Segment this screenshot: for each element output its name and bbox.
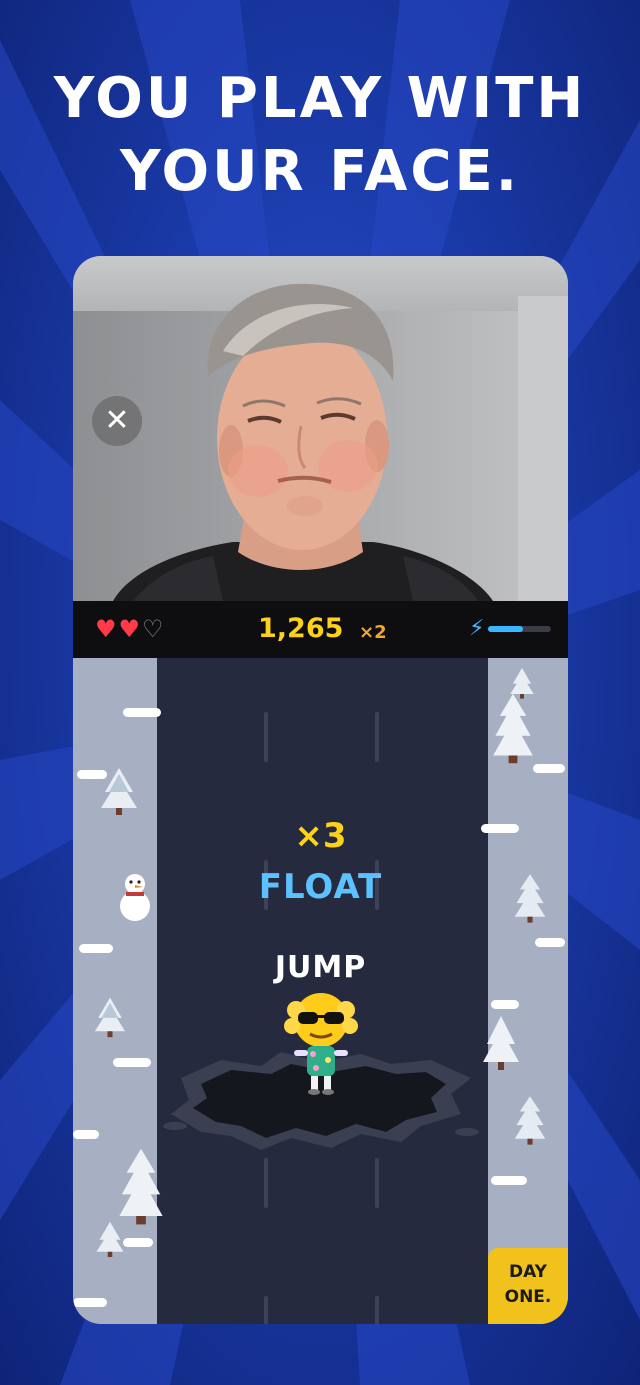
- lane-marker: [264, 1296, 268, 1324]
- brand-badge: DAY ONE.: [488, 1248, 568, 1324]
- snow-drift: [535, 938, 565, 947]
- tree-icon: [483, 1016, 519, 1070]
- close-icon: ✕: [104, 403, 130, 438]
- powerup-label: FLOAT: [258, 867, 383, 907]
- tree-icon: [94, 997, 126, 1038]
- lane-marker: [375, 712, 379, 762]
- hud-bar: ♥♥♡ 1,265 ×2 ⚡: [73, 601, 568, 658]
- snow-drift: [113, 1058, 151, 1067]
- snow-drift: [73, 1298, 107, 1307]
- lane-marker: [375, 1296, 379, 1324]
- camera-feed: ✕: [73, 256, 568, 601]
- snow-drift: [533, 764, 565, 773]
- score-value: 1,265: [258, 613, 344, 644]
- snow-drift: [73, 1130, 99, 1139]
- snow-drift: [491, 1176, 527, 1185]
- brand-line-2: ONE.: [504, 1287, 552, 1307]
- lane-marker: [264, 1158, 268, 1208]
- tree-icon: [510, 668, 534, 699]
- tree-icon: [101, 768, 137, 815]
- lane-marker: [375, 1158, 379, 1208]
- headline-line-2: YOUR FACE.: [119, 139, 521, 204]
- action-prompt: JUMP: [274, 950, 367, 985]
- snow-drift: [123, 708, 161, 717]
- headline-line-1: YOU PLAY WITH: [53, 66, 587, 131]
- snow-drift: [123, 1238, 153, 1247]
- lives-indicator: ♥♥♡: [95, 615, 166, 643]
- lane-marker: [264, 712, 268, 762]
- energy-meter: [488, 626, 551, 632]
- snow-drift: [491, 1000, 519, 1009]
- score-multiplier: ×2: [359, 622, 387, 643]
- tree-icon: [96, 1221, 124, 1257]
- close-button[interactable]: ✕: [92, 396, 142, 446]
- phone-screen: ✕ ♥♥♡ 1,265 ×2 ⚡ ×3 FLOAT JUMP DAY ONE.: [73, 256, 568, 1324]
- game-field: ×3 FLOAT JUMP DAY ONE.: [73, 658, 568, 1324]
- tree-icon: [514, 1096, 546, 1145]
- tree-icon: [119, 1148, 163, 1225]
- tree-icon: [493, 693, 533, 764]
- energy-meter-fill: [488, 626, 523, 632]
- heart-icon: ♥♥: [95, 615, 143, 643]
- player-emoji-icon: [284, 993, 358, 1095]
- brand-line-1: DAY: [509, 1262, 547, 1282]
- bolt-icon: ⚡: [469, 616, 485, 641]
- combo-multiplier: ×3: [294, 816, 347, 856]
- heart-empty-icon: ♡: [142, 615, 166, 643]
- player-face-photo: [113, 283, 493, 601]
